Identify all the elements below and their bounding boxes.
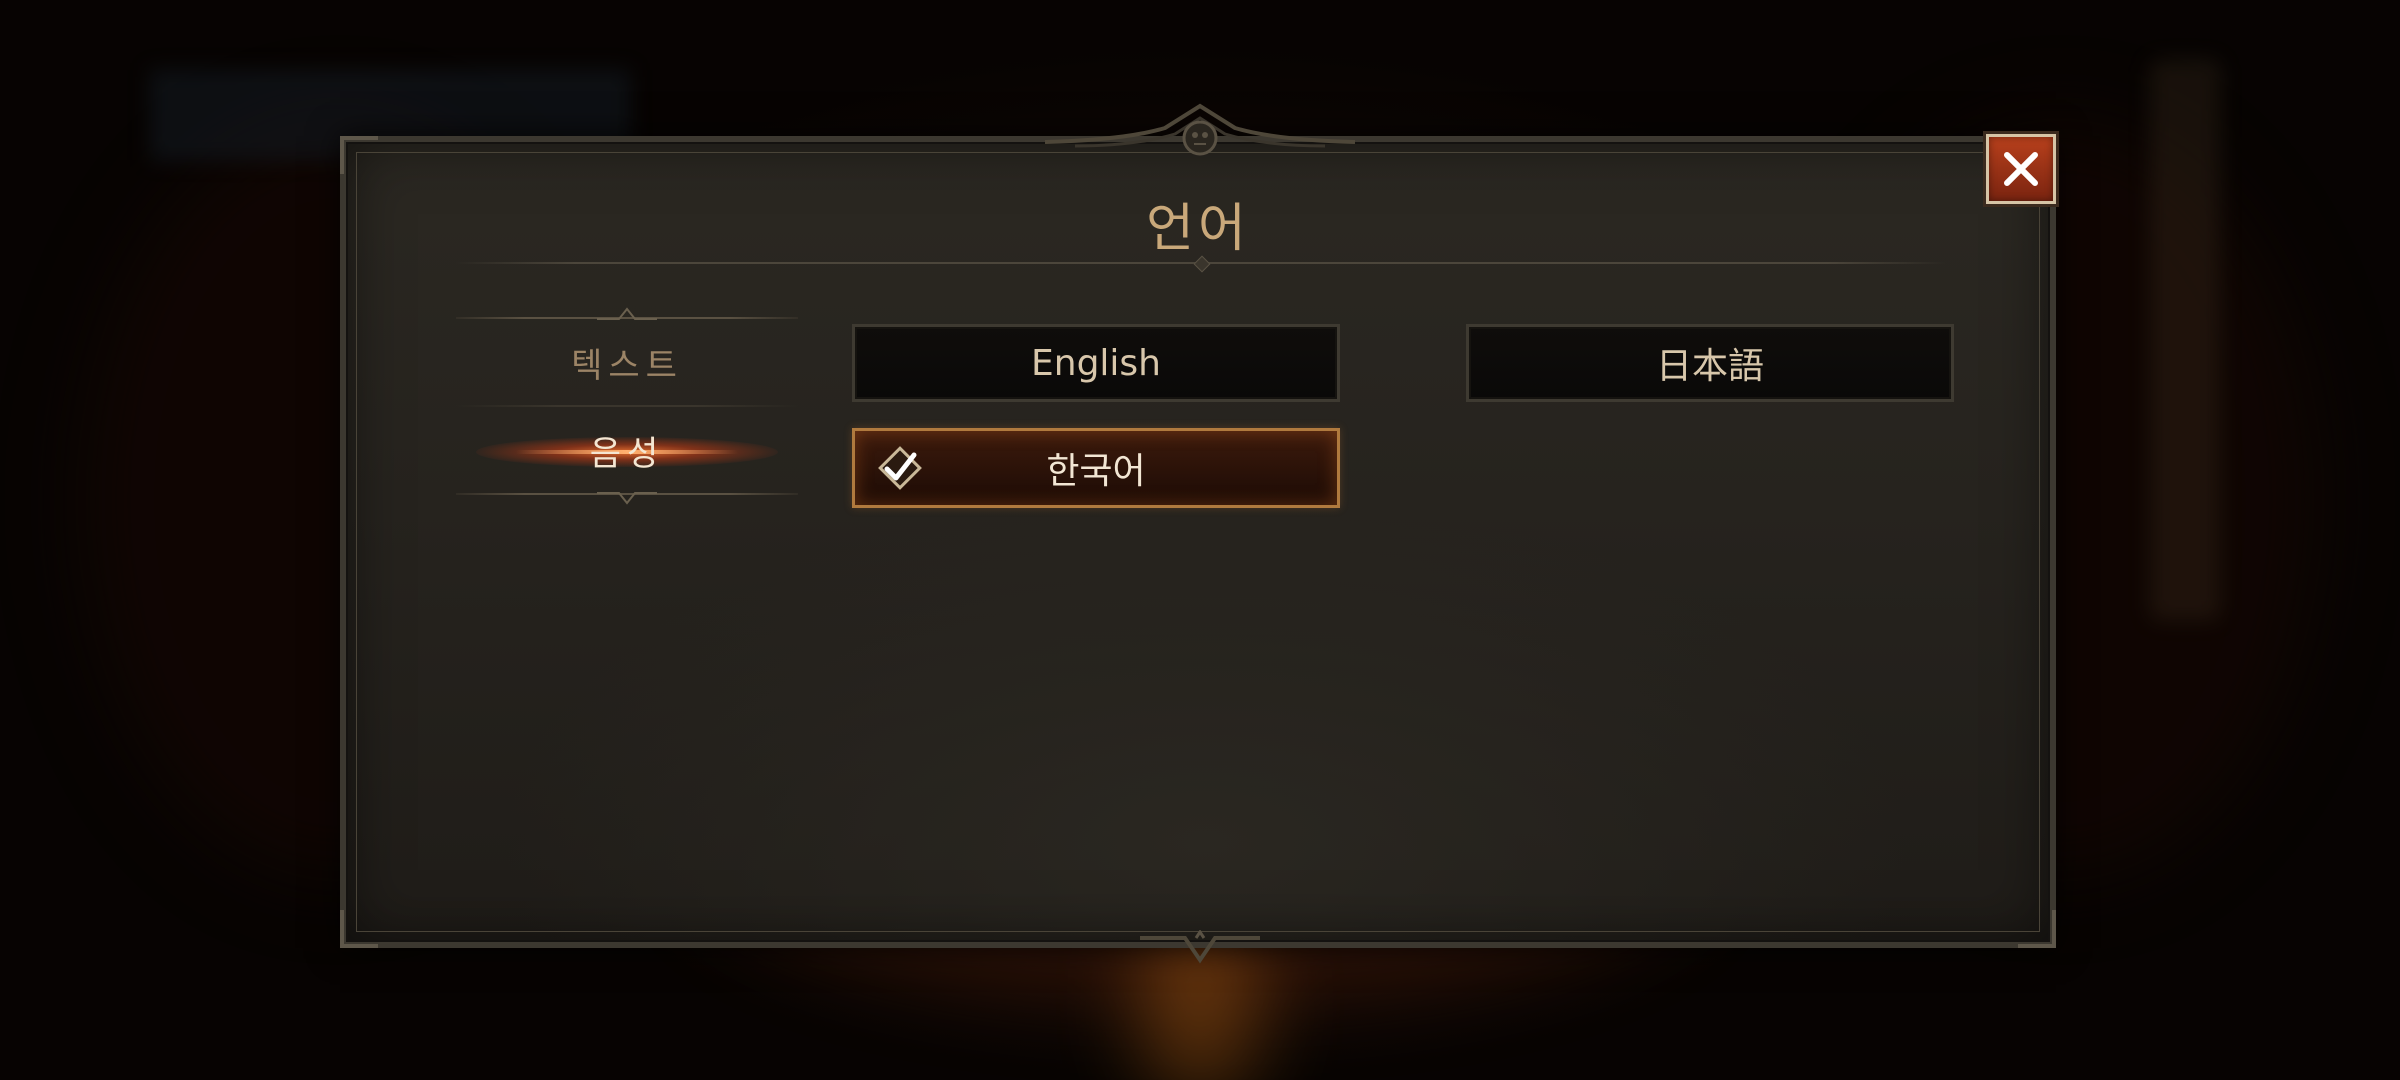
close-icon	[2004, 152, 2038, 186]
language-option-korean[interactable]: 한국어	[852, 428, 1340, 508]
language-label: English	[1031, 342, 1161, 384]
title-divider	[456, 262, 1946, 264]
frame-corner	[2018, 910, 2056, 948]
tab-ornament	[597, 492, 657, 505]
close-button[interactable]	[1986, 134, 2056, 204]
dialog-title: 언어	[1146, 199, 1250, 259]
language-label: 日本語	[1655, 346, 1764, 387]
checkmark-icon	[878, 446, 922, 490]
bottom-ornament	[1140, 930, 1260, 964]
language-option-english[interactable]: English	[852, 324, 1340, 402]
tab-label: 텍스트	[571, 345, 683, 386]
language-category-tabs: 텍스트 음성	[456, 307, 798, 505]
crest-ornament	[1045, 103, 1355, 156]
language-label: 한국어	[1046, 451, 1146, 492]
game-screen: 언어 텍스트 음성 English 日本語 한국어	[0, 0, 2400, 1080]
frame-corner	[340, 136, 378, 174]
tab-voice[interactable]: 음성	[456, 407, 798, 493]
tab-text[interactable]: 텍스트	[456, 319, 798, 405]
tab-label: 음성	[589, 433, 665, 474]
language-dialog: 언어 텍스트 음성 English 日本語 한국어	[340, 136, 2056, 948]
frame-corner	[340, 910, 378, 948]
language-option-japanese[interactable]: 日本語	[1466, 324, 1954, 402]
